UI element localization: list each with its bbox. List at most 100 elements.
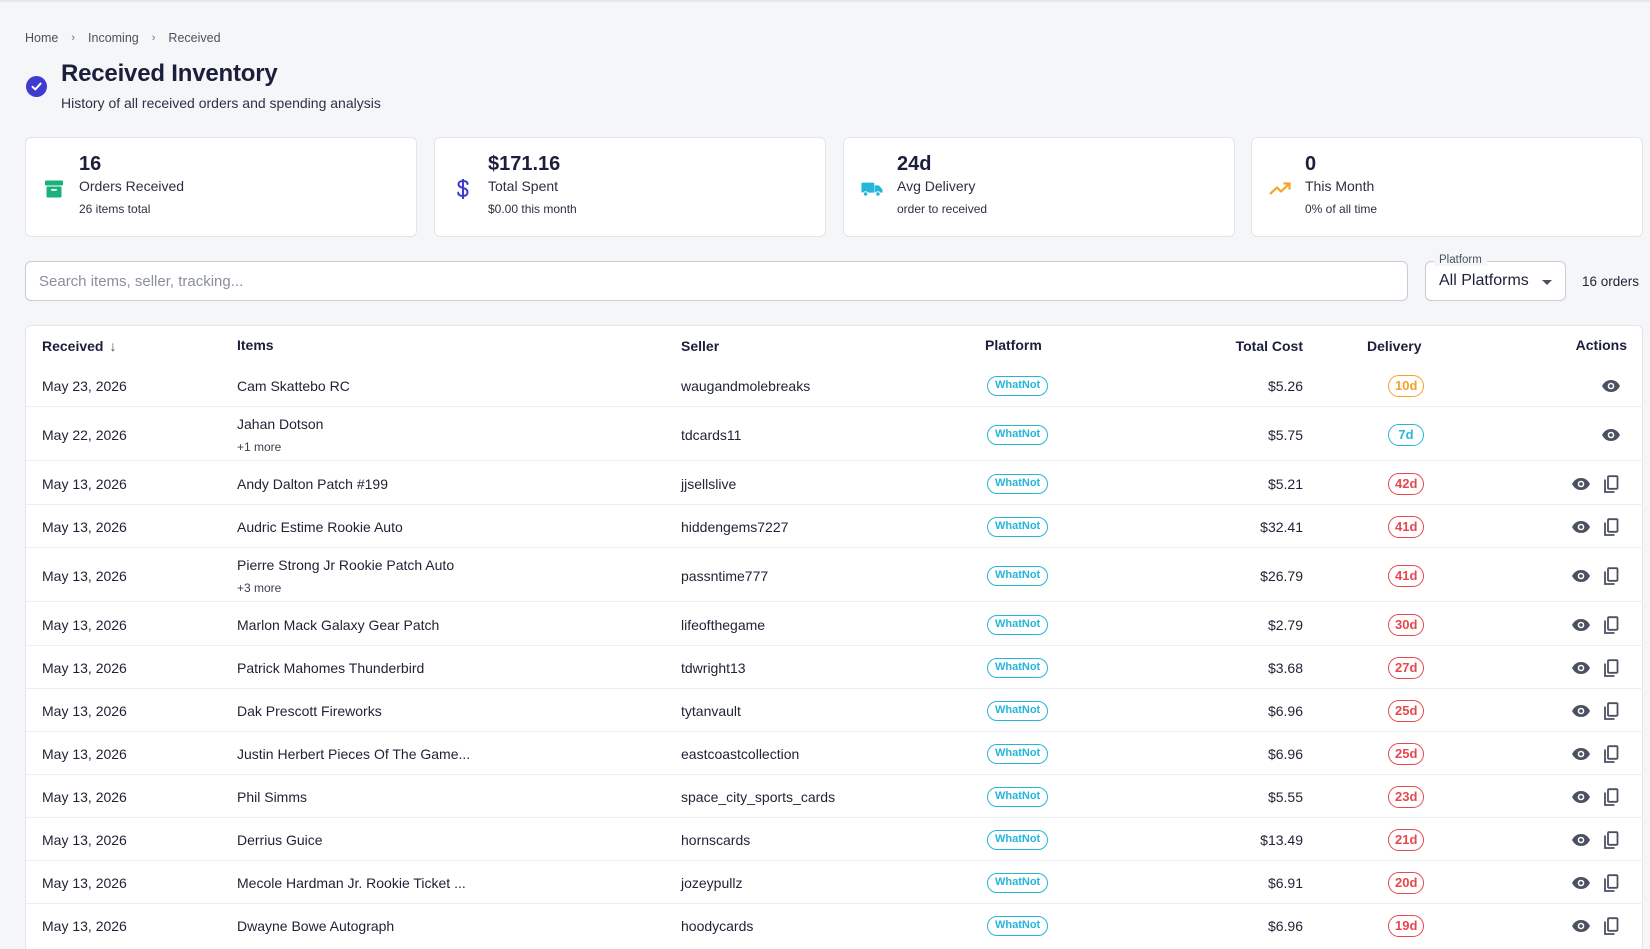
copy-icon[interactable] bbox=[1601, 830, 1621, 850]
stat-value: 16 bbox=[79, 153, 102, 175]
copy-icon[interactable] bbox=[1601, 916, 1621, 936]
check-circle-icon bbox=[26, 76, 47, 97]
column-header-seller: Seller bbox=[681, 338, 720, 354]
total-cost: $2.79 bbox=[1267, 617, 1303, 633]
platform-chip: WhatNot bbox=[987, 916, 1049, 936]
delivery-badge: 41d bbox=[1388, 565, 1425, 587]
platform-select[interactable]: Platform All Platforms bbox=[1425, 254, 1566, 301]
received-date: May 13, 2026 bbox=[42, 746, 127, 762]
received-date: May 13, 2026 bbox=[42, 832, 127, 848]
copy-icon[interactable] bbox=[1601, 744, 1621, 764]
platform-chip: WhatNot bbox=[987, 873, 1049, 893]
platform-select-value: All Platforms bbox=[1439, 272, 1529, 289]
stat-sub: $0.00 this month bbox=[488, 202, 577, 216]
delivery-badge: 30d bbox=[1388, 614, 1425, 636]
received-date: May 13, 2026 bbox=[42, 660, 127, 676]
delivery-badge: 25d bbox=[1388, 743, 1425, 765]
copy-icon[interactable] bbox=[1601, 701, 1621, 721]
seller-name: space_city_sports_cards bbox=[681, 789, 836, 805]
platform-chip: WhatNot bbox=[987, 425, 1049, 445]
item-name: Jahan Dotson bbox=[237, 416, 324, 432]
view-icon[interactable] bbox=[1571, 787, 1591, 807]
column-header-delivery: Delivery bbox=[1367, 338, 1422, 354]
seller-name: tdcards11 bbox=[681, 427, 742, 443]
breadcrumb-separator: › bbox=[151, 32, 156, 44]
column-header-items: Items bbox=[237, 337, 274, 353]
received-date: May 13, 2026 bbox=[42, 703, 127, 719]
item-name: Justin Herbert Pieces Of The Game... bbox=[237, 746, 471, 762]
copy-icon[interactable] bbox=[1601, 474, 1621, 494]
seller-name: eastcoastcollection bbox=[681, 746, 800, 762]
item-more-link[interactable]: +3 more bbox=[237, 581, 281, 595]
trending-up-icon bbox=[1269, 178, 1291, 200]
view-icon[interactable] bbox=[1571, 830, 1591, 850]
page-title: Received Inventory bbox=[61, 60, 278, 87]
received-date: May 22, 2026 bbox=[42, 427, 127, 443]
copy-icon[interactable] bbox=[1601, 517, 1621, 537]
column-header-received-label: Received bbox=[42, 338, 104, 354]
total-cost: $5.21 bbox=[1267, 476, 1303, 492]
received-date: May 13, 2026 bbox=[42, 875, 127, 891]
stat-sub: order to received bbox=[897, 202, 988, 216]
breadcrumb-incoming[interactable]: Incoming bbox=[88, 31, 139, 45]
delivery-badge: 23d bbox=[1388, 786, 1425, 808]
truck-icon bbox=[861, 178, 883, 200]
view-icon[interactable] bbox=[1571, 916, 1591, 936]
copy-icon[interactable] bbox=[1601, 615, 1621, 635]
view-icon[interactable] bbox=[1571, 744, 1591, 764]
view-icon[interactable] bbox=[1601, 376, 1621, 396]
view-icon[interactable] bbox=[1571, 474, 1591, 494]
stat-value: 0 bbox=[1305, 153, 1317, 175]
delivery-badge: 27d bbox=[1388, 657, 1425, 679]
stat-card-avg-delivery: 24d Avg Delivery order to received bbox=[843, 137, 1235, 237]
item-name: Audric Estime Rookie Auto bbox=[237, 519, 403, 535]
top-divider bbox=[0, 0, 1650, 2]
column-header-actions: Actions bbox=[1575, 337, 1627, 353]
platform-chip: WhatNot bbox=[987, 474, 1049, 494]
dollar-icon bbox=[452, 178, 474, 200]
view-icon[interactable] bbox=[1571, 701, 1591, 721]
breadcrumb-home[interactable]: Home bbox=[25, 31, 58, 45]
total-cost: $6.96 bbox=[1267, 746, 1303, 762]
view-icon[interactable] bbox=[1571, 873, 1591, 893]
view-icon[interactable] bbox=[1571, 566, 1591, 586]
seller-name: hiddengems7227 bbox=[681, 519, 789, 535]
item-more-link[interactable]: +1 more bbox=[237, 440, 281, 454]
delivery-badge: 41d bbox=[1388, 516, 1425, 538]
copy-icon[interactable] bbox=[1601, 787, 1621, 807]
delivery-badge: 10d bbox=[1388, 375, 1425, 397]
stat-card-orders-received: 16 Orders Received 26 items total bbox=[25, 137, 417, 237]
delivery-badge: 21d bbox=[1388, 829, 1425, 851]
stat-card-total-spent: $171.16 Total Spent $0.00 this month bbox=[434, 137, 826, 237]
received-date: May 13, 2026 bbox=[42, 519, 127, 535]
copy-icon[interactable] bbox=[1601, 658, 1621, 678]
stat-card-this-month: 0 This Month 0% of all time bbox=[1251, 137, 1643, 237]
total-cost: $26.79 bbox=[1260, 568, 1303, 584]
platform-chip: WhatNot bbox=[987, 615, 1049, 635]
order-count: 16 orders bbox=[1582, 274, 1640, 289]
platform-chip: WhatNot bbox=[987, 517, 1049, 537]
copy-icon[interactable] bbox=[1601, 566, 1621, 586]
search-input[interactable] bbox=[25, 261, 1408, 301]
delivery-badge: 25d bbox=[1388, 700, 1425, 722]
stat-sub: 0% of all time bbox=[1305, 202, 1378, 216]
stat-value: 24d bbox=[897, 153, 932, 175]
breadcrumb: Home › Incoming › Received bbox=[25, 31, 221, 45]
delivery-badge: 20d bbox=[1388, 872, 1425, 894]
seller-name: hoodycards bbox=[681, 918, 754, 934]
view-icon[interactable] bbox=[1571, 615, 1591, 635]
view-icon[interactable] bbox=[1571, 517, 1591, 537]
archive-icon bbox=[43, 178, 65, 200]
item-name: Pierre Strong Jr Rookie Patch Auto bbox=[237, 557, 455, 573]
item-name: Phil Simms bbox=[237, 789, 308, 805]
item-name: Andy Dalton Patch #199 bbox=[237, 476, 388, 492]
view-icon[interactable] bbox=[1571, 658, 1591, 678]
column-header-received[interactable]: Received ↓ bbox=[42, 338, 116, 354]
view-icon[interactable] bbox=[1601, 425, 1621, 445]
copy-icon[interactable] bbox=[1601, 873, 1621, 893]
total-cost: $6.96 bbox=[1267, 703, 1303, 719]
total-cost: $5.75 bbox=[1267, 427, 1303, 443]
item-name: Dak Prescott Fireworks bbox=[237, 703, 382, 719]
item-name: Derrius Guice bbox=[237, 832, 323, 848]
seller-name: tdwright13 bbox=[681, 660, 746, 676]
